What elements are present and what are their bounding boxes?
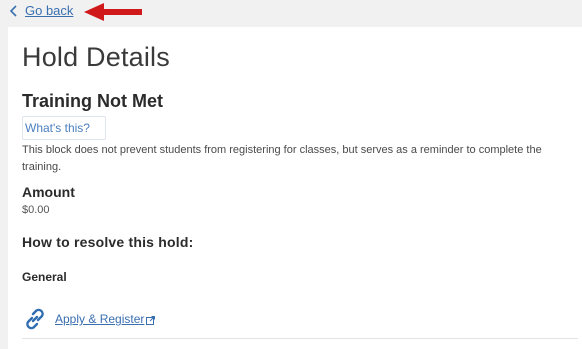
apply-register-link[interactable]: Apply & Register [22,306,156,332]
hold-details-card: Hold Details Training Not Met What's thi… [8,27,582,349]
red-arrow-annotation [84,3,142,21]
section-divider [22,338,578,339]
chevron-left-icon [9,4,17,17]
page-title: Hold Details [22,42,170,72]
top-nav-bar: Go back [0,0,582,26]
whats-this-button[interactable]: What's this? [22,116,106,140]
apply-register-label: Apply & Register [55,312,145,326]
hold-description: This block does not prevent students fro… [22,144,542,173]
general-section-label: General [22,270,67,284]
external-link-icon [146,316,156,325]
resolve-heading: How to resolve this hold: [22,234,194,250]
amount-label: Amount [22,184,75,200]
link-chain-icon [26,308,44,330]
go-back-label: Go back [25,3,74,18]
hold-name: Training Not Met [22,91,163,111]
amount-value: $0.00 [22,204,50,216]
go-back-link[interactable]: Go back [9,3,73,18]
